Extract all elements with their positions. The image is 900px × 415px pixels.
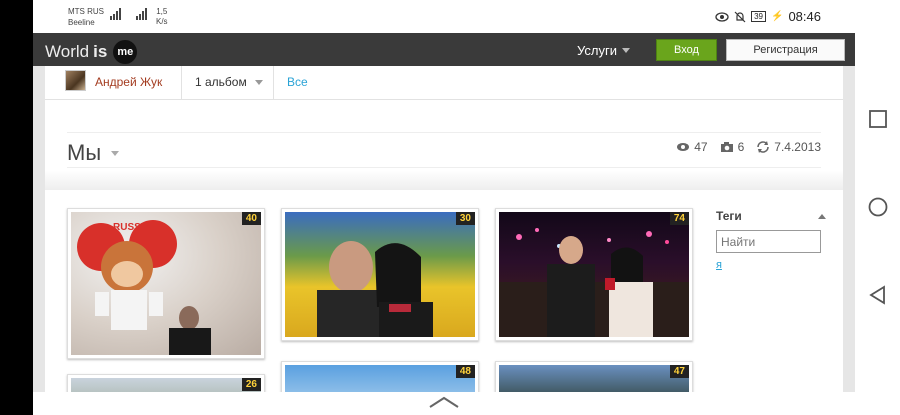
photo-count-badge: 26 [241, 378, 261, 391]
site-header: World is me Услуги Вход Регистрация [33, 33, 855, 66]
tags-panel: Теги я [716, 209, 826, 271]
carrier-info: MTS RUS Beeline [68, 6, 104, 28]
photos-stat: 6 [720, 140, 745, 154]
album-stats: 47 6 7.4.2013 [664, 140, 821, 154]
login-button[interactable]: Вход [656, 39, 717, 61]
square-icon [869, 110, 887, 128]
user-name-link[interactable]: Андрей Жук [95, 75, 162, 89]
speed-unit: K/s [156, 17, 168, 26]
photo-image [499, 212, 689, 337]
refresh-icon [757, 141, 770, 153]
svg-text:RUSSIA: RUSSIA [113, 222, 151, 233]
chevron-down-icon [111, 150, 120, 156]
night-couple-figure [499, 228, 689, 337]
album-title-dropdown[interactable]: Мы [67, 140, 120, 166]
photo-thumbnail[interactable]: 30 [281, 208, 479, 341]
avatar[interactable] [65, 70, 86, 91]
views-count: 47 [694, 140, 708, 154]
device-frame: MTS RUS Beeline 1,5 K/s 39 ⚡ 08:46 World… [0, 0, 900, 415]
logo-world: World [45, 42, 90, 61]
speed-value: 1,5 [156, 7, 168, 16]
all-albums-link[interactable]: Все [287, 75, 308, 89]
chevron-down-icon [254, 79, 263, 85]
photo-thumbnail[interactable]: 74 [495, 208, 693, 341]
divider [181, 66, 182, 100]
logo-me-badge: me [113, 40, 138, 64]
bell-off-icon [734, 11, 746, 22]
signal-icon-2 [136, 8, 147, 20]
views-stat: 47 [676, 140, 708, 154]
eye-icon [677, 143, 690, 151]
photo-count-badge: 47 [669, 365, 689, 378]
album-title-box: Мы 47 6 7.4.2013 [67, 132, 821, 168]
divider [273, 66, 274, 100]
site-logo[interactable]: World is me [45, 40, 138, 64]
updated-stat: 7.4.2013 [756, 140, 821, 154]
photo-image [285, 212, 475, 337]
albums-label: 1 альбом [195, 75, 247, 89]
browser-screen: MTS RUS Beeline 1,5 K/s 39 ⚡ 08:46 World… [33, 0, 855, 415]
charging-icon: ⚡ [771, 11, 784, 22]
clock: 08:46 [788, 9, 821, 24]
carrier-1: MTS RUS [68, 7, 104, 16]
tags-header[interactable]: Теги [716, 209, 826, 223]
tag-search-input[interactable] [716, 230, 821, 253]
album-title: Мы [67, 140, 102, 165]
photo-count-badge: 74 [669, 212, 689, 225]
circle-icon [868, 197, 888, 217]
photo-count-badge: 40 [241, 212, 261, 225]
bottom-bar [33, 392, 855, 415]
photo-grid: RUSSIA 40 30 74 26 48 47 Теги Найти я [45, 190, 843, 415]
system-nav-bar [855, 0, 900, 415]
photo-count-badge: 48 [455, 365, 475, 378]
back-button[interactable] [867, 284, 889, 306]
eye-icon [715, 11, 729, 22]
updated-date: 7.4.2013 [774, 140, 821, 154]
chevron-up-icon [818, 213, 826, 219]
status-right: 39 ⚡ 08:46 [715, 9, 821, 24]
network-speed: 1,5 K/s [156, 7, 168, 27]
carrier-2: Beeline [68, 18, 95, 27]
cheburashka-figure: RUSSIA [77, 220, 211, 355]
tags-title: Теги [716, 209, 742, 223]
tag-link[interactable]: я [716, 259, 826, 271]
album-header: Мы 47 6 7.4.2013 [45, 100, 843, 190]
chevron-up-icon[interactable] [428, 395, 460, 409]
photo-image: RUSSIA [71, 212, 261, 355]
battery-icon: 39 [751, 11, 766, 22]
camera-icon [720, 142, 733, 152]
logo-is: is [93, 42, 108, 61]
triangle-back-icon [869, 285, 885, 305]
user-bar: Андрей Жук 1 альбом Все [45, 66, 843, 100]
albums-dropdown[interactable]: 1 альбом [195, 75, 263, 89]
register-button[interactable]: Регистрация [726, 39, 845, 61]
status-bar: MTS RUS Beeline 1,5 K/s 39 ⚡ 08:46 [33, 0, 855, 33]
photo-count-badge: 30 [455, 212, 475, 225]
page-content: Андрей Жук 1 альбом Все Мы 47 6 7.4.2013… [45, 66, 843, 415]
recent-apps-button[interactable] [867, 108, 889, 130]
signal-icon [110, 8, 121, 20]
services-label: Услуги [577, 43, 617, 58]
chevron-down-icon [621, 48, 630, 53]
couple-figure [317, 241, 433, 337]
services-menu[interactable]: Услуги [577, 43, 630, 58]
home-button[interactable] [867, 196, 889, 218]
photos-count: 6 [737, 140, 745, 154]
photo-thumbnail[interactable]: RUSSIA 40 [67, 208, 265, 359]
